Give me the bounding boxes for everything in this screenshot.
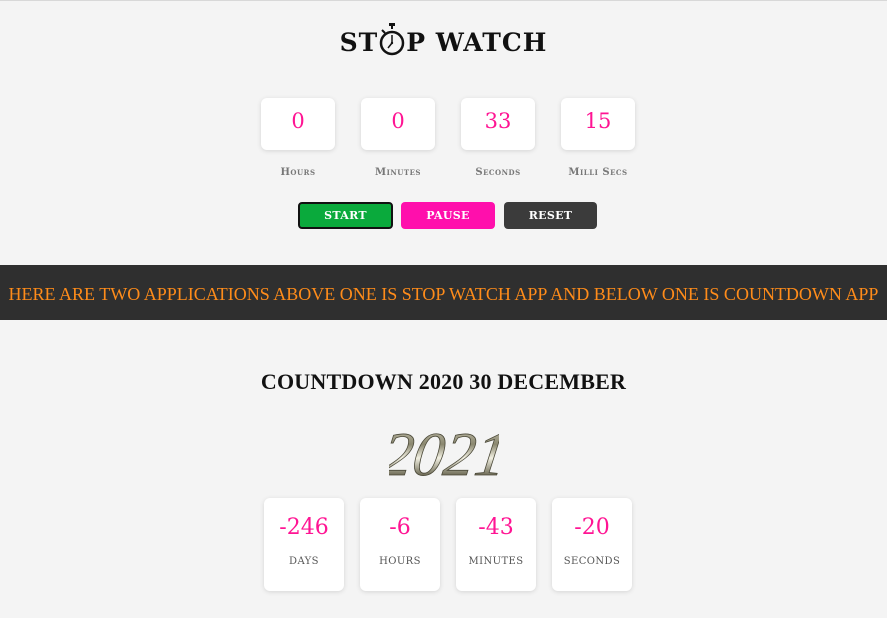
info-banner: HERE ARE TWO APPLICATIONS ABOVE ONE IS S…	[0, 265, 887, 320]
countdown-title: COUNTDOWN 2020 30 DECEMBER	[260, 369, 627, 394]
stopwatch-hours-value: 0	[261, 98, 335, 150]
countdown-seconds: -20 SECONDS	[552, 498, 632, 591]
stopwatch-hours-label: Hours	[280, 167, 316, 178]
countdown-hours: -6 HOURS	[360, 498, 440, 591]
stopwatch-title-end: P WATCH	[406, 28, 548, 57]
stopwatch-seconds-value: 33	[461, 98, 535, 150]
stopwatch-icon	[379, 23, 405, 63]
countdown-days: -246 DAYS	[264, 498, 344, 591]
stopwatch-millisecs-label: Milli Secs	[568, 167, 628, 178]
year-graphic: 2021	[377, 420, 511, 489]
stopwatch-seconds: 33 Seconds	[460, 98, 536, 178]
countdown-seconds-label: SECONDS	[563, 556, 621, 567]
countdown-days-label: DAYS	[289, 556, 319, 567]
countdown-minutes-label: MINUTES	[468, 556, 524, 567]
countdown-display: -246 DAYS -6 HOURS -43 MINUTES -20 SECON…	[264, 498, 632, 591]
countdown-year-logo: 2021	[0, 415, 887, 489]
stopwatch-millisecs: 15 Milli Secs	[560, 98, 636, 178]
stopwatch-seconds-label: Seconds	[475, 167, 521, 178]
stopwatch-display: 0 Hours 0 Minutes 33 Seconds 15 Milli Se…	[260, 98, 636, 188]
pause-button[interactable]: PAUSE	[401, 202, 495, 229]
countdown-days-value: -246	[279, 515, 329, 540]
start-button[interactable]: START	[298, 202, 393, 229]
countdown-hours-value: -6	[389, 515, 411, 540]
countdown-hours-label: HOURS	[379, 556, 421, 567]
info-banner-text: HERE ARE TWO APPLICATIONS ABOVE ONE IS S…	[8, 284, 879, 304]
countdown-minutes-value: -43	[478, 515, 514, 540]
stopwatch-minutes-label: Minutes	[375, 167, 421, 178]
reset-button[interactable]: RESET	[504, 202, 597, 229]
stopwatch-millisecs-value: 15	[561, 98, 635, 150]
stopwatch-hours: 0 Hours	[260, 98, 336, 178]
countdown-minutes: -43 MINUTES	[456, 498, 536, 591]
stopwatch-minutes: 0 Minutes	[360, 98, 436, 178]
countdown-seconds-value: -20	[574, 515, 610, 540]
stopwatch-title: ST P WATCH	[0, 23, 887, 63]
stopwatch-minutes-value: 0	[361, 98, 435, 150]
stopwatch-title-start: ST	[339, 28, 379, 57]
year-text: 2021	[389, 420, 499, 481]
